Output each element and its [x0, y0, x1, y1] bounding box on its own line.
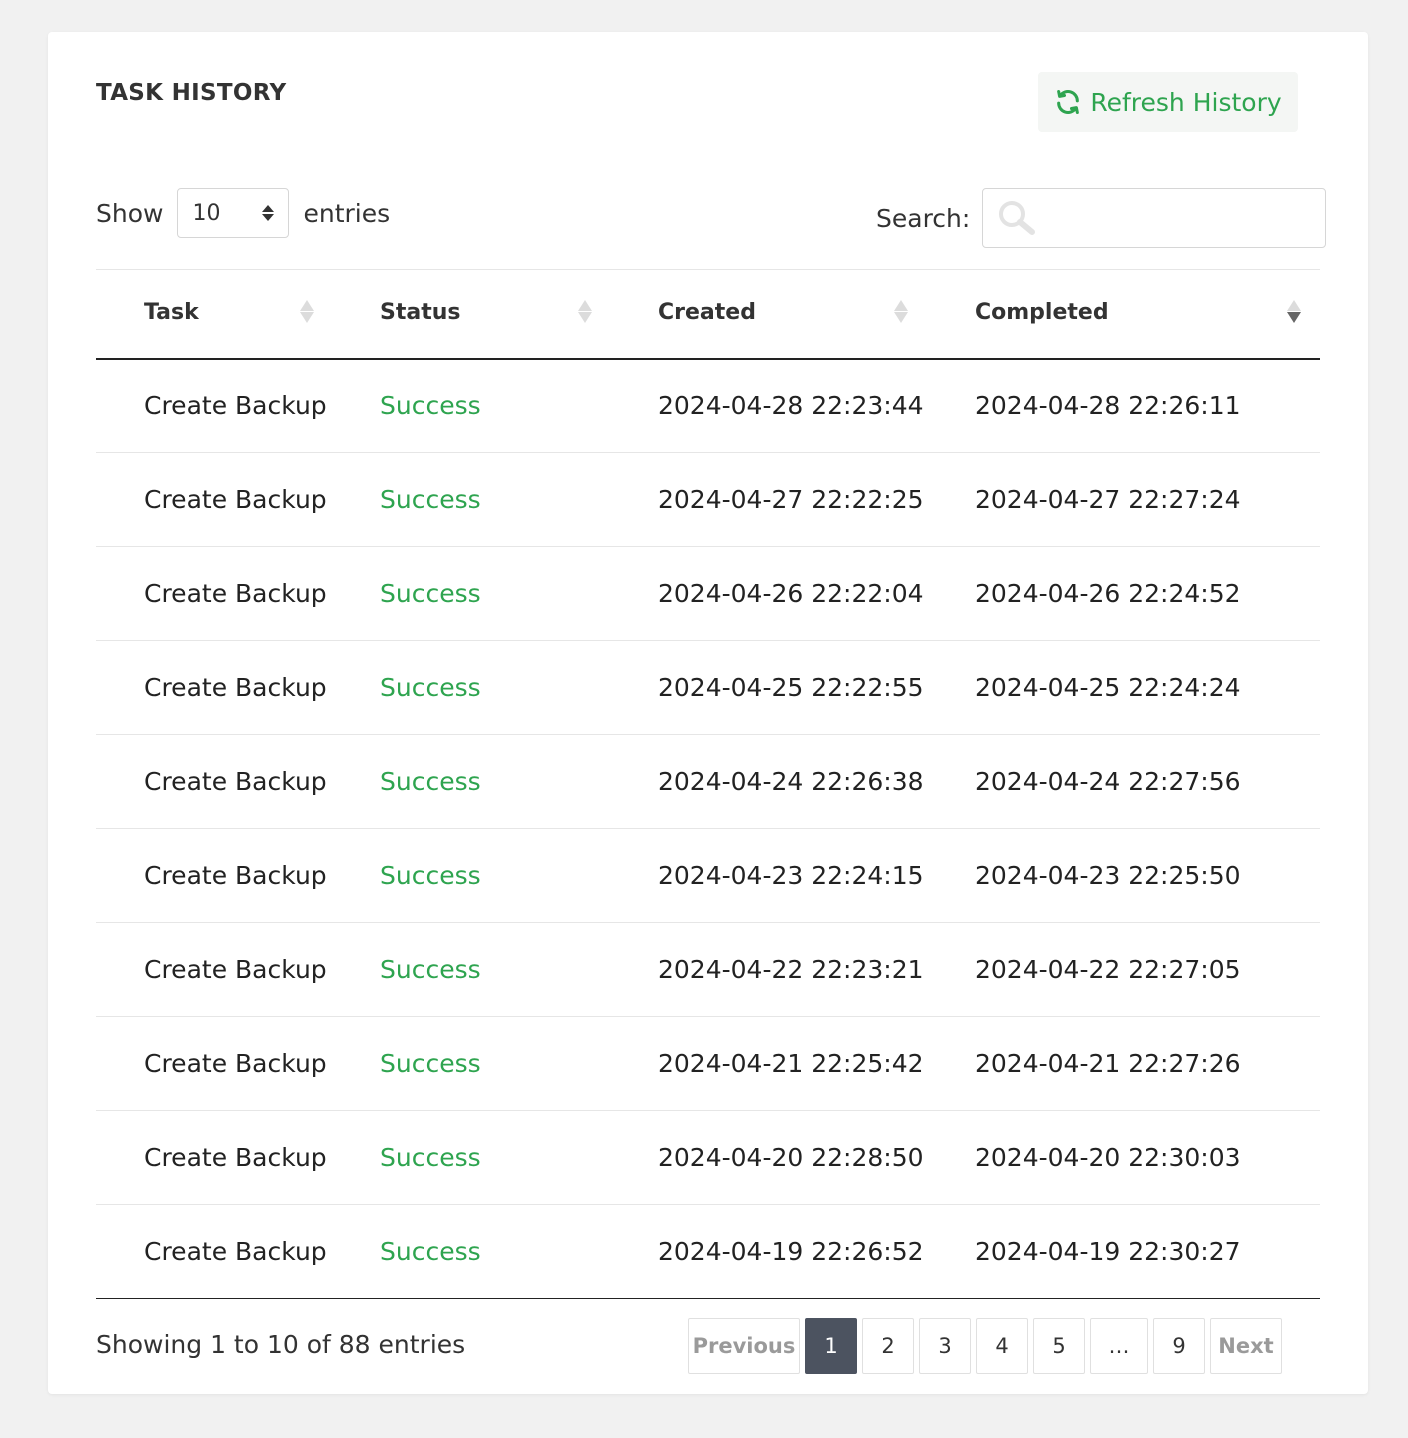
page-button-4[interactable]: 4	[976, 1318, 1028, 1374]
entries-per-page-select[interactable]: 10	[177, 188, 290, 238]
created-cell: 2024-04-27 22:22:25	[658, 485, 924, 514]
table-row: Create Backup Success 2024-04-20 22:28:5…	[96, 1111, 1320, 1205]
page-title: TASK HISTORY	[96, 80, 287, 106]
completed-cell: 2024-04-21 22:27:26	[975, 1049, 1241, 1078]
task-cell: Create Backup	[144, 673, 327, 702]
task-cell: Create Backup	[144, 955, 327, 984]
completed-cell: 2024-04-20 22:30:03	[975, 1143, 1241, 1172]
table-row: Create Backup Success 2024-04-22 22:23:2…	[96, 923, 1320, 1017]
table-row: Create Backup Success 2024-04-23 22:24:1…	[96, 829, 1320, 923]
created-cell: 2024-04-28 22:23:44	[658, 391, 924, 421]
entries-length-control: Show 10 entries	[96, 188, 390, 238]
completed-cell: 2024-04-24 22:27:56	[975, 767, 1241, 796]
previous-page-button[interactable]: Previous	[688, 1318, 800, 1374]
task-history-table-wrap: Task Status Created Completed Create Bac…	[96, 269, 1320, 1299]
sort-icon	[578, 300, 592, 323]
select-arrows-icon	[262, 205, 275, 221]
table-row: Create Backup Success 2024-04-27 22:22:2…	[96, 453, 1320, 547]
table-row: Create Backup Success 2024-04-24 22:26:3…	[96, 735, 1320, 829]
created-cell: 2024-04-21 22:25:42	[658, 1049, 924, 1078]
completed-cell: 2024-04-22 22:27:05	[975, 955, 1241, 984]
refresh-history-button[interactable]: Refresh History	[1038, 72, 1298, 132]
sort-icon	[300, 300, 314, 323]
status-cell: Success	[380, 391, 481, 421]
search-control: Search:	[876, 188, 1327, 248]
table-row: Create Backup Success 2024-04-25 22:22:5…	[96, 641, 1320, 735]
pagination-ellipsis: …	[1090, 1318, 1148, 1374]
status-cell: Success	[380, 1237, 481, 1266]
task-cell: Create Backup	[144, 861, 327, 890]
page-button-1[interactable]: 1	[805, 1318, 857, 1374]
task-cell: Create Backup	[144, 579, 327, 608]
task-cell: Create Backup	[144, 767, 327, 796]
created-cell: 2024-04-24 22:26:38	[658, 767, 924, 796]
completed-cell: 2024-04-26 22:24:52	[975, 579, 1241, 608]
sort-desc-icon	[1287, 300, 1301, 323]
entries-label: entries	[303, 198, 391, 228]
status-cell: Success	[380, 767, 481, 796]
search-box[interactable]	[982, 188, 1327, 248]
task-cell: Create Backup	[144, 391, 327, 421]
completed-cell: 2024-04-23 22:25:50	[975, 861, 1241, 890]
column-header-completed[interactable]: Completed	[975, 270, 1320, 359]
status-cell: Success	[380, 485, 481, 514]
column-header-task[interactable]: Task	[96, 270, 380, 359]
completed-cell: 2024-04-27 22:27:24	[975, 485, 1241, 514]
next-page-button[interactable]: Next	[1210, 1318, 1282, 1374]
created-cell: 2024-04-23 22:24:15	[658, 861, 924, 890]
table-row: Create Backup Success 2024-04-28 22:23:4…	[96, 359, 1320, 453]
page-button-3[interactable]: 3	[919, 1318, 971, 1374]
status-cell: Success	[380, 1049, 481, 1078]
sort-icon	[894, 300, 908, 323]
table-header-row: Task Status Created Completed	[96, 269, 1320, 359]
table-row: Create Backup Success 2024-04-21 22:25:4…	[96, 1017, 1320, 1111]
page-button-2[interactable]: 2	[862, 1318, 914, 1374]
task-history-card: TASK HISTORY Refresh History Show 10 ent…	[48, 32, 1368, 1394]
status-cell: Success	[380, 1143, 481, 1172]
status-cell: Success	[380, 955, 481, 984]
status-cell: Success	[380, 861, 481, 890]
search-icon	[999, 201, 1036, 235]
completed-cell: 2024-04-19 22:30:27	[975, 1237, 1241, 1266]
refresh-icon	[1054, 88, 1082, 116]
table-row: Create Backup Success 2024-04-26 22:22:0…	[96, 547, 1320, 641]
task-cell: Create Backup	[144, 1143, 327, 1172]
page-button-9[interactable]: 9	[1153, 1318, 1205, 1374]
task-cell: Create Backup	[144, 1237, 327, 1266]
table-info: Showing 1 to 10 of 88 entries	[96, 1330, 466, 1359]
search-input[interactable]	[1043, 189, 1314, 247]
table-row: Create Backup Success 2024-04-19 22:26:5…	[96, 1205, 1320, 1299]
created-cell: 2024-04-26 22:22:04	[658, 579, 924, 608]
task-cell: Create Backup	[144, 485, 327, 514]
entries-per-page-value: 10	[192, 200, 221, 226]
completed-cell: 2024-04-25 22:24:24	[975, 673, 1241, 702]
search-label: Search:	[876, 203, 971, 233]
created-cell: 2024-04-20 22:28:50	[658, 1143, 924, 1172]
status-cell: Success	[380, 673, 481, 702]
pagination: Previous 1 2 3 4 5 … 9 Next	[688, 1318, 1282, 1374]
created-cell: 2024-04-19 22:26:52	[658, 1237, 924, 1266]
column-header-status[interactable]: Status	[380, 270, 658, 359]
completed-cell: 2024-04-28 22:26:11	[975, 391, 1241, 421]
created-cell: 2024-04-22 22:23:21	[658, 955, 924, 984]
created-cell: 2024-04-25 22:22:55	[658, 673, 924, 702]
task-cell: Create Backup	[144, 1049, 327, 1078]
refresh-history-label: Refresh History	[1090, 87, 1282, 117]
column-header-created[interactable]: Created	[658, 270, 975, 359]
page-button-5[interactable]: 5	[1033, 1318, 1085, 1374]
task-history-table: Task Status Created Completed Create Bac…	[96, 269, 1320, 1299]
status-cell: Success	[380, 579, 481, 608]
show-label: Show	[96, 198, 164, 228]
